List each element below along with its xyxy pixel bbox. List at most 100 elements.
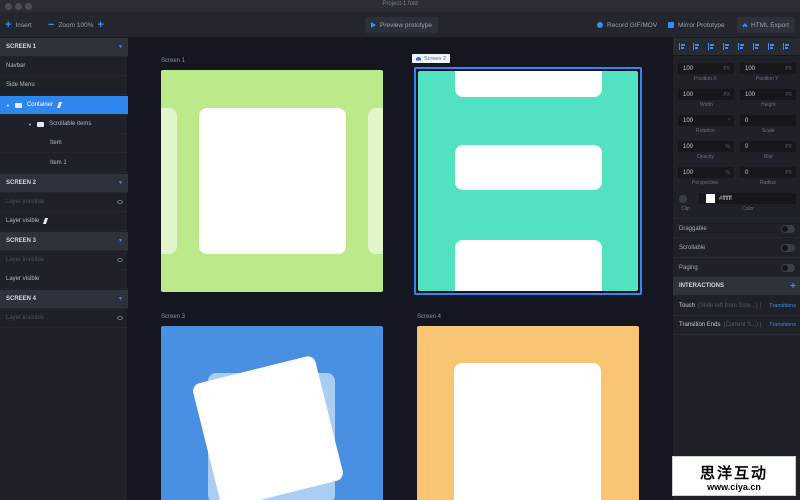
- layer-section-screen-4[interactable]: SCREEN 4 ▼: [0, 290, 128, 309]
- layer-item-scrollable-items[interactable]: ▼ Scrollable items: [0, 115, 128, 134]
- transitions-link[interactable]: Transitions: [769, 322, 796, 328]
- layer-section-screen-3[interactable]: SCREEN 3 ▼: [0, 232, 128, 251]
- draggable-row: Draggable: [673, 218, 800, 238]
- list-item[interactable]: [455, 145, 602, 190]
- chevron-down-icon[interactable]: ▼: [118, 238, 123, 244]
- insert-label: Insert: [15, 21, 32, 29]
- eye-icon[interactable]: [117, 316, 123, 320]
- add-interaction-icon[interactable]: +: [790, 281, 796, 292]
- zoom-in-icon[interactable]: +: [97, 19, 103, 31]
- screen-1[interactable]: [161, 70, 383, 292]
- zoom-control[interactable]: − Zoom 100% +: [48, 12, 108, 38]
- width-input[interactable]: 100 PX: [678, 89, 734, 100]
- zoom-out-icon[interactable]: −: [48, 19, 54, 31]
- layer-item-side-menu[interactable]: Side Menu: [0, 76, 128, 95]
- chevron-down-icon[interactable]: ▼: [118, 180, 123, 186]
- align-top-icon[interactable]: [738, 43, 745, 50]
- section-title: SCREEN 2: [6, 180, 37, 186]
- insert-button[interactable]: + Insert: [5, 12, 32, 38]
- watermark-url: www.ciya.cn: [707, 482, 761, 492]
- caret-down-icon[interactable]: ▼: [28, 122, 32, 127]
- position-x-input[interactable]: 100 PX: [678, 63, 734, 74]
- html-export-button[interactable]: HTML Export: [737, 17, 796, 33]
- layer-item-visible[interactable]: Layer visible: [0, 212, 128, 231]
- paging-toggle[interactable]: [781, 263, 795, 272]
- align-middle-icon[interactable]: [753, 43, 760, 50]
- opacity-input[interactable]: 100 %: [678, 141, 734, 152]
- interactions-header: INTERACTIONS +: [673, 277, 800, 295]
- clip-toggle[interactable]: [679, 195, 687, 203]
- layer-item-invisible[interactable]: Layer invisible: [0, 251, 128, 270]
- layer-label: Container: [26, 102, 53, 108]
- screen-3[interactable]: [161, 326, 383, 500]
- mirror-prototype-button[interactable]: Mirror Prototype: [668, 12, 725, 38]
- scale-input[interactable]: 0: [740, 115, 796, 126]
- chevron-down-icon[interactable]: ▼: [118, 296, 123, 302]
- eye-icon[interactable]: [117, 258, 123, 262]
- radius-input[interactable]: 0 PX: [740, 167, 796, 178]
- screen-2-selection[interactable]: [414, 67, 642, 295]
- scroll-item-right: [368, 108, 383, 254]
- chevron-down-icon[interactable]: ▼: [118, 44, 123, 50]
- layer-item-item-1[interactable]: Item 1: [0, 154, 128, 173]
- blur-input[interactable]: 0 PX: [740, 141, 796, 152]
- color-input[interactable]: #ffffff: [699, 193, 796, 204]
- scrollable-toggle[interactable]: [781, 243, 795, 252]
- layer-item-navbar[interactable]: Navbar: [0, 57, 128, 76]
- interactions-title: INTERACTIONS: [679, 283, 724, 289]
- card[interactable]: [454, 363, 601, 500]
- caret-down-icon[interactable]: ▼: [6, 103, 10, 108]
- layer-item-visible[interactable]: Layer visible: [0, 270, 128, 289]
- draggable-toggle[interactable]: [781, 224, 795, 233]
- layer-section-screen-2[interactable]: SCREEN 2 ▼: [0, 174, 128, 193]
- list-item[interactable]: [455, 240, 602, 291]
- perspective-input[interactable]: 100 %: [678, 167, 734, 178]
- export-label: HTML Export: [751, 21, 790, 29]
- opacity-label: Opacity: [697, 154, 714, 160]
- layer-item-item[interactable]: Item: [0, 134, 128, 153]
- height-input[interactable]: 100 PX: [740, 89, 796, 100]
- scroll-item-center[interactable]: [199, 108, 346, 254]
- layer-label: Scrollable items: [48, 121, 92, 127]
- record-gif-button[interactable]: Record GIF/MOV: [597, 12, 657, 38]
- draggable-label: Draggable: [679, 225, 707, 232]
- screen-3-label: Screen 3: [161, 314, 186, 320]
- paging-row: Paging: [673, 257, 800, 277]
- screen-2-label: Screen 2: [424, 55, 447, 62]
- align-center-h-icon[interactable]: [693, 43, 700, 50]
- position-y-input[interactable]: 100 PX: [740, 63, 796, 74]
- layer-item-invisible[interactable]: Layer invisible: [0, 309, 128, 328]
- align-right-icon[interactable]: [708, 43, 715, 50]
- screen-4[interactable]: [417, 326, 639, 500]
- layer-label: Layer invisible: [6, 199, 45, 205]
- distribute-v-icon[interactable]: [783, 43, 790, 50]
- list-item[interactable]: [455, 71, 602, 97]
- screen-2[interactable]: [418, 71, 638, 291]
- align-left-icon[interactable]: [679, 43, 686, 50]
- color-swatch[interactable]: [706, 194, 715, 203]
- scale-label: Scale: [762, 128, 775, 134]
- layer-item-container[interactable]: ▼ Container: [0, 96, 128, 115]
- record-icon: [597, 22, 603, 28]
- distribute-h-icon[interactable]: [723, 43, 730, 50]
- layer-section-screen-1[interactable]: SCREEN 1 ▼: [0, 38, 128, 57]
- record-label: Record GIF/MOV: [607, 21, 658, 29]
- layer-label: Item: [50, 140, 62, 146]
- rotation-input[interactable]: 100 °: [678, 115, 734, 126]
- play-icon: [371, 22, 376, 28]
- eye-icon[interactable]: [117, 200, 123, 204]
- preview-prototype-button[interactable]: Preview prototype: [365, 17, 439, 33]
- layer-item-invisible[interactable]: Layer invisible: [0, 193, 128, 212]
- position-y-label: Position Y: [756, 76, 779, 82]
- transitions-link[interactable]: Transitions: [769, 303, 796, 309]
- rotation-label: Rotation: [696, 128, 715, 134]
- interaction-row[interactable]: Touch (Slide left from Scre...) | Transi…: [673, 297, 800, 316]
- paging-label: Paging: [679, 264, 698, 271]
- canvas[interactable]: Screen 1 Screen 2 Screen 3 Screen 4: [128, 38, 672, 500]
- align-bottom-icon[interactable]: [768, 43, 775, 50]
- section-title: SCREEN 3: [6, 238, 37, 244]
- clip-label: Clip: [681, 206, 690, 212]
- interaction-row[interactable]: Transition Ends (Current S...) | Transit…: [673, 316, 800, 335]
- width-label: Width: [700, 102, 713, 108]
- plus-icon: +: [5, 18, 12, 31]
